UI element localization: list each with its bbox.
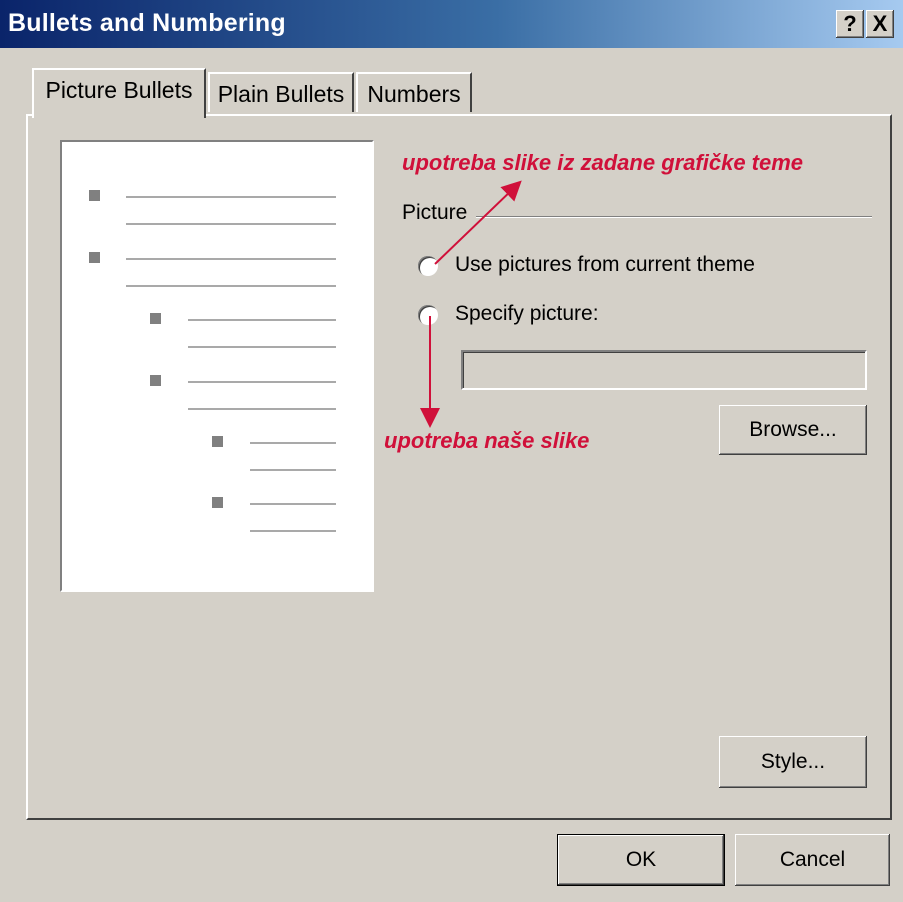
annotation-arrows bbox=[420, 180, 522, 428]
tab-picture-bullets[interactable]: Picture Bullets bbox=[32, 68, 206, 118]
arrow-to-theme-note bbox=[434, 180, 522, 265]
